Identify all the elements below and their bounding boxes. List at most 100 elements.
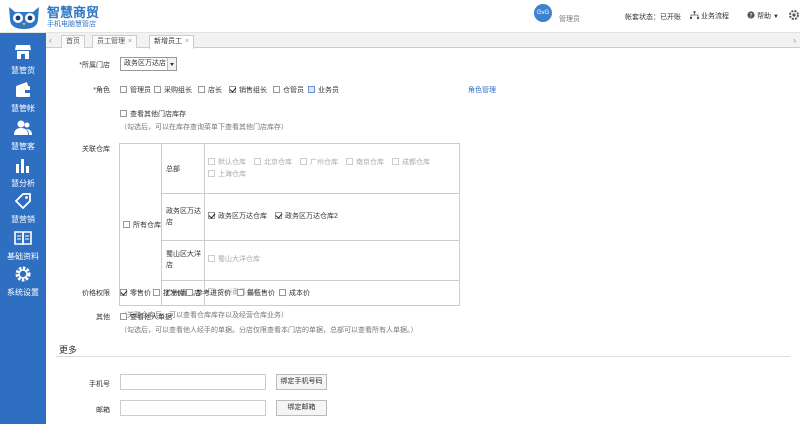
owl-logo-icon bbox=[9, 7, 39, 29]
sidebar-item-basic-data[interactable]: 基础资料 bbox=[0, 227, 46, 265]
store-label: *所属门店 bbox=[79, 62, 110, 69]
warehouse-label: 关联仓库 bbox=[82, 146, 110, 153]
bind-email-button[interactable]: 绑定邮箱 bbox=[276, 400, 327, 416]
warehouse-option: 成都仓库 bbox=[392, 157, 430, 169]
sidebar-item-marketing[interactable]: 慧营销 bbox=[0, 190, 46, 228]
checkbox[interactable] bbox=[279, 289, 286, 296]
warehouse-option[interactable]: 政务区万达仓库 bbox=[208, 211, 267, 223]
view-others-docs-option[interactable]: 查看他人单据 bbox=[120, 312, 172, 322]
workflow-label: 业务流程 bbox=[701, 13, 729, 20]
warehouse-option[interactable]: 政务区万达仓库2 bbox=[275, 211, 338, 223]
warehouse-option-label: 广州仓库 bbox=[310, 158, 338, 166]
phone-label: 手机号 bbox=[89, 381, 110, 388]
close-icon[interactable]: × bbox=[185, 38, 189, 45]
admin-label: 管理员 bbox=[559, 16, 580, 23]
tab-new-employee[interactable]: 新增员工 × bbox=[149, 35, 195, 49]
warehouse-store-name: 政务区万达店 bbox=[161, 193, 205, 242]
price-option-wholesale[interactable]: 批发价 bbox=[153, 288, 184, 298]
book-icon bbox=[14, 231, 32, 246]
price-option-min-sale[interactable]: 最低售价 bbox=[237, 288, 275, 298]
other-label: 其他 bbox=[96, 314, 110, 321]
help-menu[interactable]: ? 帮助 ▼ bbox=[747, 11, 779, 21]
tab-home[interactable]: 首页 bbox=[61, 35, 85, 48]
brand-subtitle: 手机电脑慧管店 bbox=[47, 21, 96, 28]
price-option-reference-purchase[interactable]: 参考进货价 bbox=[186, 288, 231, 298]
price-label: 价格权限 bbox=[82, 290, 110, 297]
checkbox[interactable] bbox=[237, 289, 244, 296]
workflow-link[interactable]: 业务流程 bbox=[690, 11, 729, 21]
sidebar-item-label: 基础资料 bbox=[7, 252, 39, 261]
checkbox[interactable] bbox=[186, 289, 193, 296]
checkbox[interactable] bbox=[120, 313, 127, 320]
tab-bar: ‹ 首页 员工管理 × 新增员工 × › bbox=[46, 33, 800, 49]
view-other-stores-hint: （勾选后，可以在库存查询菜单下查看其他门店库存） bbox=[120, 124, 288, 131]
checkbox-checked[interactable] bbox=[120, 289, 127, 296]
avatar[interactable]: GvG bbox=[534, 4, 552, 22]
main-content: *所属门店 政务区万达店 *角色 管理员 采购组长 店长 销售组长 仓管员 业务… bbox=[46, 48, 800, 424]
sidebar-item-accounts[interactable]: 慧管帐 bbox=[0, 79, 46, 117]
checkbox-checked[interactable] bbox=[275, 212, 282, 220]
close-icon[interactable]: × bbox=[128, 38, 132, 45]
role-option-label: 采购组长 bbox=[164, 87, 192, 94]
checkbox[interactable] bbox=[273, 86, 280, 93]
warehouse-options: 政务区万达仓库 政务区万达仓库2 bbox=[204, 193, 460, 242]
role-option-store-manager[interactable]: 店长 bbox=[198, 85, 222, 95]
price-option-retail[interactable]: 零售价 bbox=[120, 288, 151, 298]
price-option-label: 零售价 bbox=[130, 290, 151, 297]
all-warehouses-label: 所有仓库 bbox=[133, 221, 161, 229]
sidebar-item-goods[interactable]: 慧管货 bbox=[0, 41, 46, 79]
bind-phone-button[interactable]: 绑定手机号码 bbox=[276, 374, 327, 390]
checkbox[interactable] bbox=[153, 289, 160, 296]
tab-employee-management[interactable]: 员工管理 × bbox=[92, 35, 138, 48]
role-label: *角色 bbox=[93, 87, 110, 94]
price-option-label: 最低售价 bbox=[247, 290, 275, 297]
wallet-icon bbox=[16, 82, 30, 97]
checkbox bbox=[208, 157, 215, 165]
users-icon bbox=[14, 120, 32, 135]
store-select[interactable]: 政务区万达店 bbox=[120, 57, 177, 71]
all-warehouses-option[interactable]: 所有仓库 bbox=[123, 220, 161, 229]
warehouse-option-label: 政务区万达仓库 bbox=[218, 213, 267, 221]
checkbox-checked[interactable] bbox=[208, 212, 215, 220]
sidebar-item-label: 慧分析 bbox=[11, 179, 35, 188]
price-option-cost[interactable]: 成本价 bbox=[279, 288, 310, 298]
tab-scroll-right-icon[interactable]: › bbox=[793, 36, 796, 45]
role-option-warehouse-keeper[interactable]: 仓管员 bbox=[273, 85, 304, 95]
caret-down-icon: ▼ bbox=[773, 14, 779, 20]
checkbox-checked[interactable] bbox=[229, 86, 236, 93]
tag-icon bbox=[14, 193, 31, 210]
section-divider bbox=[56, 356, 790, 357]
warehouse-option: 广州仓库 bbox=[300, 157, 338, 169]
sidebar-item-analysis[interactable]: 慧分析 bbox=[0, 154, 46, 192]
sidebar-item-system-settings[interactable]: 系统设置 bbox=[0, 263, 46, 301]
checkbox[interactable] bbox=[120, 86, 127, 93]
sidebar-item-label: 慧营销 bbox=[11, 215, 35, 224]
warehouse-option-label: 默认仓库 bbox=[218, 158, 246, 166]
sidebar-item-label: 慧管货 bbox=[11, 66, 35, 75]
checkbox bbox=[392, 157, 399, 165]
checkbox[interactable] bbox=[120, 110, 127, 117]
role-option-purchase-leader[interactable]: 采购组长 bbox=[154, 85, 192, 95]
checkbox[interactable] bbox=[198, 86, 205, 93]
warehouse-options: 默认仓库 北京仓库 广州仓库 南京仓库 成都仓库 上海仓库 bbox=[204, 142, 460, 195]
email-input[interactable] bbox=[120, 400, 266, 416]
view-other-stores-option[interactable]: 查看其他门店库存 bbox=[120, 109, 186, 119]
table-row: 所有仓库 总部 默认仓库 北京仓库 广州仓库 南京仓库 成都仓库 上海仓库 bbox=[119, 142, 460, 306]
warehouse-option-label: 成都仓库 bbox=[402, 158, 430, 166]
phone-input[interactable] bbox=[120, 374, 266, 390]
role-option-label: 仓管员 bbox=[283, 87, 304, 94]
gear-icon bbox=[15, 266, 31, 282]
role-option-salesman[interactable]: 业务员 bbox=[308, 85, 339, 95]
app-window: 智慧商贸 手机电脑慧管店 GvG 管理员 帐套状态：已开账 业务流程 ? 帮助 ▼ … bbox=[0, 0, 800, 424]
role-option-sales-leader[interactable]: 销售组长 bbox=[229, 85, 267, 95]
checkbox[interactable] bbox=[123, 220, 130, 228]
tab-scroll-left-icon[interactable]: ‹ bbox=[49, 36, 52, 45]
role-manage-link[interactable]: 角色管理 bbox=[468, 85, 496, 95]
checkbox[interactable] bbox=[308, 86, 315, 93]
role-option-label: 销售组长 bbox=[239, 87, 267, 94]
role-option-admin[interactable]: 管理员 bbox=[120, 85, 151, 95]
checkbox[interactable] bbox=[154, 86, 161, 93]
settings-gear-icon[interactable] bbox=[788, 9, 800, 21]
tab-label: 新增员工 bbox=[154, 38, 182, 45]
sidebar-item-customers[interactable]: 慧管客 bbox=[0, 117, 46, 155]
